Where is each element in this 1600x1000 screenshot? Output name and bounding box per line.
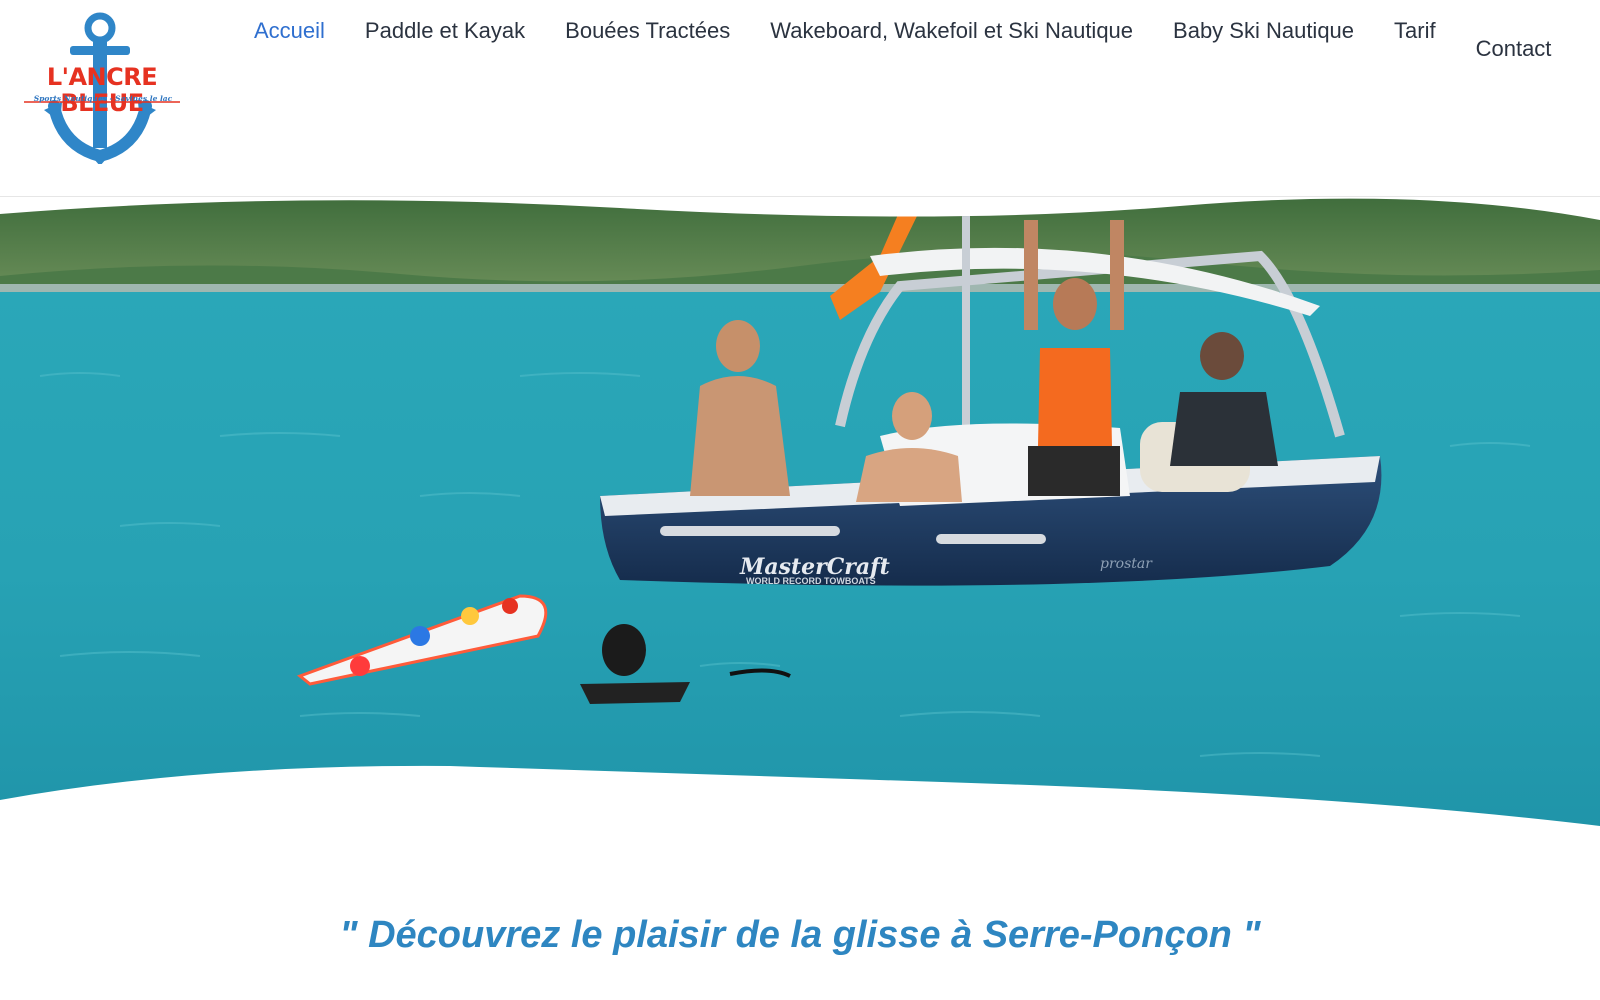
- nav-item-paddle-kayak[interactable]: Paddle et Kayak: [347, 0, 547, 94]
- logo-tagline: Sports Nautiques - Savines le lac: [33, 94, 173, 103]
- nav-item-baby-ski[interactable]: Baby Ski Nautique: [1155, 0, 1376, 94]
- logo-wordmark: L'ANCRE BLEUE: [46, 63, 158, 117]
- main-nav: Accueil Paddle et Kayak Bouées Tractées …: [236, 0, 1576, 112]
- site-header: L'ANCRE BLEUE Sports Nautiques - Savines…: [0, 0, 1600, 197]
- nav-item-accueil[interactable]: Accueil: [236, 0, 347, 94]
- nav-item-bouees-tractees[interactable]: Bouées Tractées: [547, 0, 752, 94]
- boat-caption-text: WORLD RECORD TOWBOATS: [746, 576, 876, 586]
- nav-item-wakeboard[interactable]: Wakeboard, Wakefoil et Ski Nautique: [752, 0, 1155, 94]
- nav-item-tarif[interactable]: Tarif: [1376, 0, 1458, 94]
- site-logo[interactable]: L'ANCRE BLEUE Sports Nautiques - Savines…: [14, 6, 190, 164]
- boat-model-text: prostar: [1100, 556, 1153, 572]
- nav-item-contact[interactable]: Contact: [1458, 18, 1574, 112]
- hero-banner: MasterCraft WORLD RECORD TOWBOATS prosta…: [0, 196, 1600, 856]
- hero-image: MasterCraft WORLD RECORD TOWBOATS prosta…: [0, 198, 1600, 827]
- hero-slogan: " Découvrez le plaisir de la glisse à Se…: [339, 914, 1261, 956]
